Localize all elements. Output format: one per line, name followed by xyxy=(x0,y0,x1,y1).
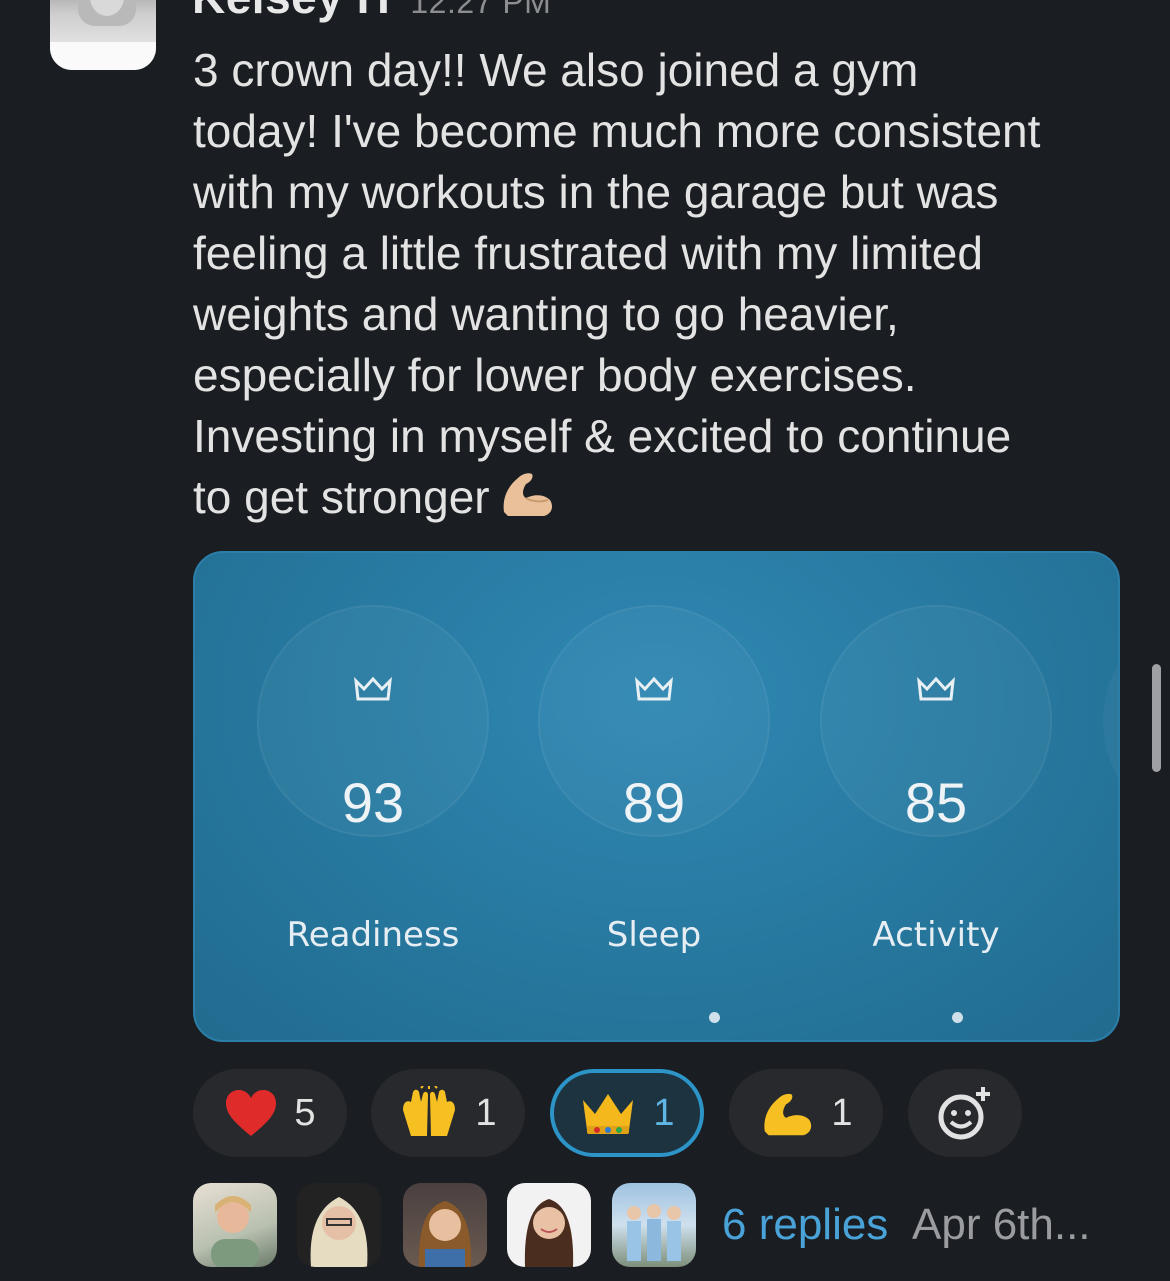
crown-icon xyxy=(354,676,392,701)
reaction-flexed-biceps[interactable]: 1 xyxy=(729,1069,883,1157)
reaction-heart[interactable]: 5 xyxy=(193,1069,347,1157)
raised-hands-icon xyxy=(399,1086,459,1140)
sleep-label: Sleep xyxy=(606,915,702,955)
message-line: feeling a little frustrated with my limi… xyxy=(193,227,983,279)
reaction-count: 5 xyxy=(294,1091,316,1134)
reaction-count: 1 xyxy=(653,1091,675,1134)
replier-avatar xyxy=(403,1183,487,1267)
message-line-last: to get stronger xyxy=(193,467,1143,533)
readiness-label: Readiness xyxy=(286,915,460,955)
add-reaction-button[interactable] xyxy=(908,1069,1022,1157)
message-body: 3 crown day!! We also joined a gym today… xyxy=(193,40,1143,533)
last-reply-date: Apr 6th... xyxy=(912,1200,1091,1249)
reaction-count: 1 xyxy=(831,1091,853,1134)
scrollbar[interactable] xyxy=(1152,664,1161,772)
sleep-score: 89 xyxy=(622,771,686,834)
reaction-raised-hands[interactable]: 1 xyxy=(371,1069,525,1157)
author-avatar[interactable] xyxy=(50,0,156,70)
author-name[interactable]: Kelsey H xyxy=(192,0,390,23)
message-header: Kelsey H 12:27 PM xyxy=(192,0,551,24)
crown-icon xyxy=(917,676,955,701)
message-time[interactable]: 12:27 PM xyxy=(410,0,551,20)
add-reaction-icon xyxy=(935,1085,995,1141)
reaction-count: 1 xyxy=(475,1091,497,1134)
page-dot xyxy=(952,1012,963,1023)
message-line: especially for lower body exercises. xyxy=(193,349,917,401)
readiness-score: 93 xyxy=(341,771,405,834)
replier-avatar xyxy=(193,1183,277,1267)
heart-icon xyxy=(224,1088,278,1138)
replies-link[interactable]: 6 replies xyxy=(722,1200,888,1250)
message-line: 3 crown day!! We also joined a gym xyxy=(193,44,919,96)
page-dot xyxy=(709,1012,720,1023)
message-line: today! I've become much more consistent xyxy=(193,105,1041,157)
replier-avatar xyxy=(297,1183,381,1267)
message-line: Investing in myself & excited to continu… xyxy=(193,410,1012,462)
shared-image-card[interactable]: 93 Readiness 89 Sleep 85 Activity xyxy=(193,551,1120,1042)
message-line: with my workouts in the garage but was xyxy=(193,166,999,218)
crown-icon xyxy=(579,1090,637,1136)
partial-ring xyxy=(1103,605,1118,837)
flexed-biceps-icon xyxy=(498,468,556,533)
replier-avatar xyxy=(612,1183,696,1267)
activity-score: 85 xyxy=(904,771,968,834)
activity-label: Activity xyxy=(872,915,1000,955)
crown-icon xyxy=(635,676,673,701)
flexed-biceps-icon xyxy=(759,1088,815,1138)
replier-avatar xyxy=(507,1183,591,1267)
reaction-crown[interactable]: 1 xyxy=(550,1069,704,1157)
message-line: weights and wanting to go heavier, xyxy=(193,288,899,340)
